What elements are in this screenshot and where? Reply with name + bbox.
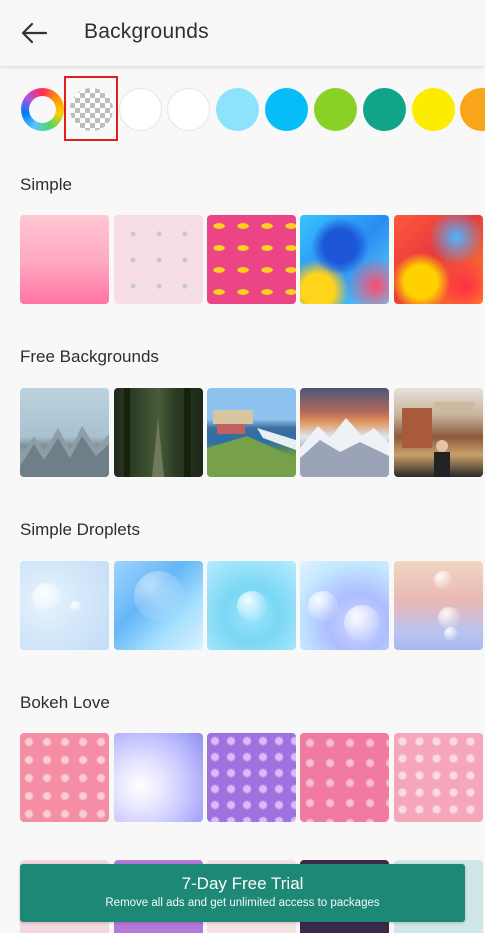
bokeh-thumb-2[interactable]: [114, 733, 203, 822]
simple-thumb-2[interactable]: [114, 215, 203, 304]
arrow-left-icon: [21, 22, 48, 44]
simple-thumb-3[interactable]: [207, 215, 296, 304]
droplet-shape: [444, 627, 458, 641]
backgrounds-screen: Backgrounds Simple Free Backgrounds Simp…: [0, 0, 485, 933]
droplet-shape: [308, 591, 338, 621]
droplet-thumb-1[interactable]: [20, 561, 109, 650]
simple-thumb-5[interactable]: [394, 215, 483, 304]
droplet-thumb-4[interactable]: [300, 561, 389, 650]
color-picker-swatch[interactable]: [21, 88, 64, 131]
free-thumb-1[interactable]: [20, 388, 109, 477]
white-swatch-1[interactable]: [119, 88, 162, 131]
yellow-swatch[interactable]: [412, 88, 455, 131]
mountain-graphic: [300, 418, 389, 477]
building-graphic: [20, 426, 109, 477]
section-title-bokeh-love: Bokeh Love: [20, 693, 110, 712]
droplet-shape: [32, 583, 62, 613]
bokeh-thumb-1[interactable]: [20, 733, 109, 822]
top-bar: Backgrounds: [0, 0, 485, 67]
droplet-thumb-3[interactable]: [207, 561, 296, 650]
forest-graphic: [124, 388, 191, 477]
free-trial-button[interactable]: 7-Day Free Trial Remove all ads and get …: [20, 864, 465, 922]
orange-swatch[interactable]: [460, 88, 485, 131]
white-swatch-2[interactable]: [167, 88, 210, 131]
free-thumb-4[interactable]: [300, 388, 389, 477]
section-title-simple-droplets: Simple Droplets: [20, 520, 140, 539]
section-title-simple: Simple: [20, 175, 72, 194]
free-thumb-5[interactable]: [394, 388, 483, 477]
street-graphic: [402, 402, 474, 477]
section-title-free-backgrounds: Free Backgrounds: [20, 347, 159, 366]
droplet-shape: [438, 607, 460, 629]
simple-thumb-1[interactable]: [20, 215, 109, 304]
sky-blue-swatch[interactable]: [265, 88, 308, 131]
droplet-thumb-5[interactable]: [394, 561, 483, 650]
free-thumb-3[interactable]: [207, 388, 296, 477]
selected-swatch-highlight: [64, 76, 118, 141]
free-trial-title: 7-Day Free Trial: [181, 874, 304, 893]
light-blue-swatch[interactable]: [216, 88, 259, 131]
green-swatch[interactable]: [314, 88, 357, 131]
droplet-shape: [237, 591, 267, 621]
droplet-shape: [434, 571, 452, 589]
bokeh-thumb-5[interactable]: [394, 733, 483, 822]
coast-graphic: [207, 410, 296, 477]
page-title: Backgrounds: [84, 20, 209, 43]
droplet-shape: [134, 571, 184, 621]
bokeh-thumb-4[interactable]: [300, 733, 389, 822]
free-thumb-2[interactable]: [114, 388, 203, 477]
bokeh-thumb-3[interactable]: [207, 733, 296, 822]
droplet-shape: [344, 605, 380, 641]
droplet-shape: [70, 601, 82, 613]
simple-thumb-4[interactable]: [300, 215, 389, 304]
free-trial-subtitle: Remove all ads and get unlimited access …: [105, 897, 380, 909]
droplet-thumb-2[interactable]: [114, 561, 203, 650]
teal-swatch[interactable]: [363, 88, 406, 131]
back-button[interactable]: [16, 18, 52, 48]
